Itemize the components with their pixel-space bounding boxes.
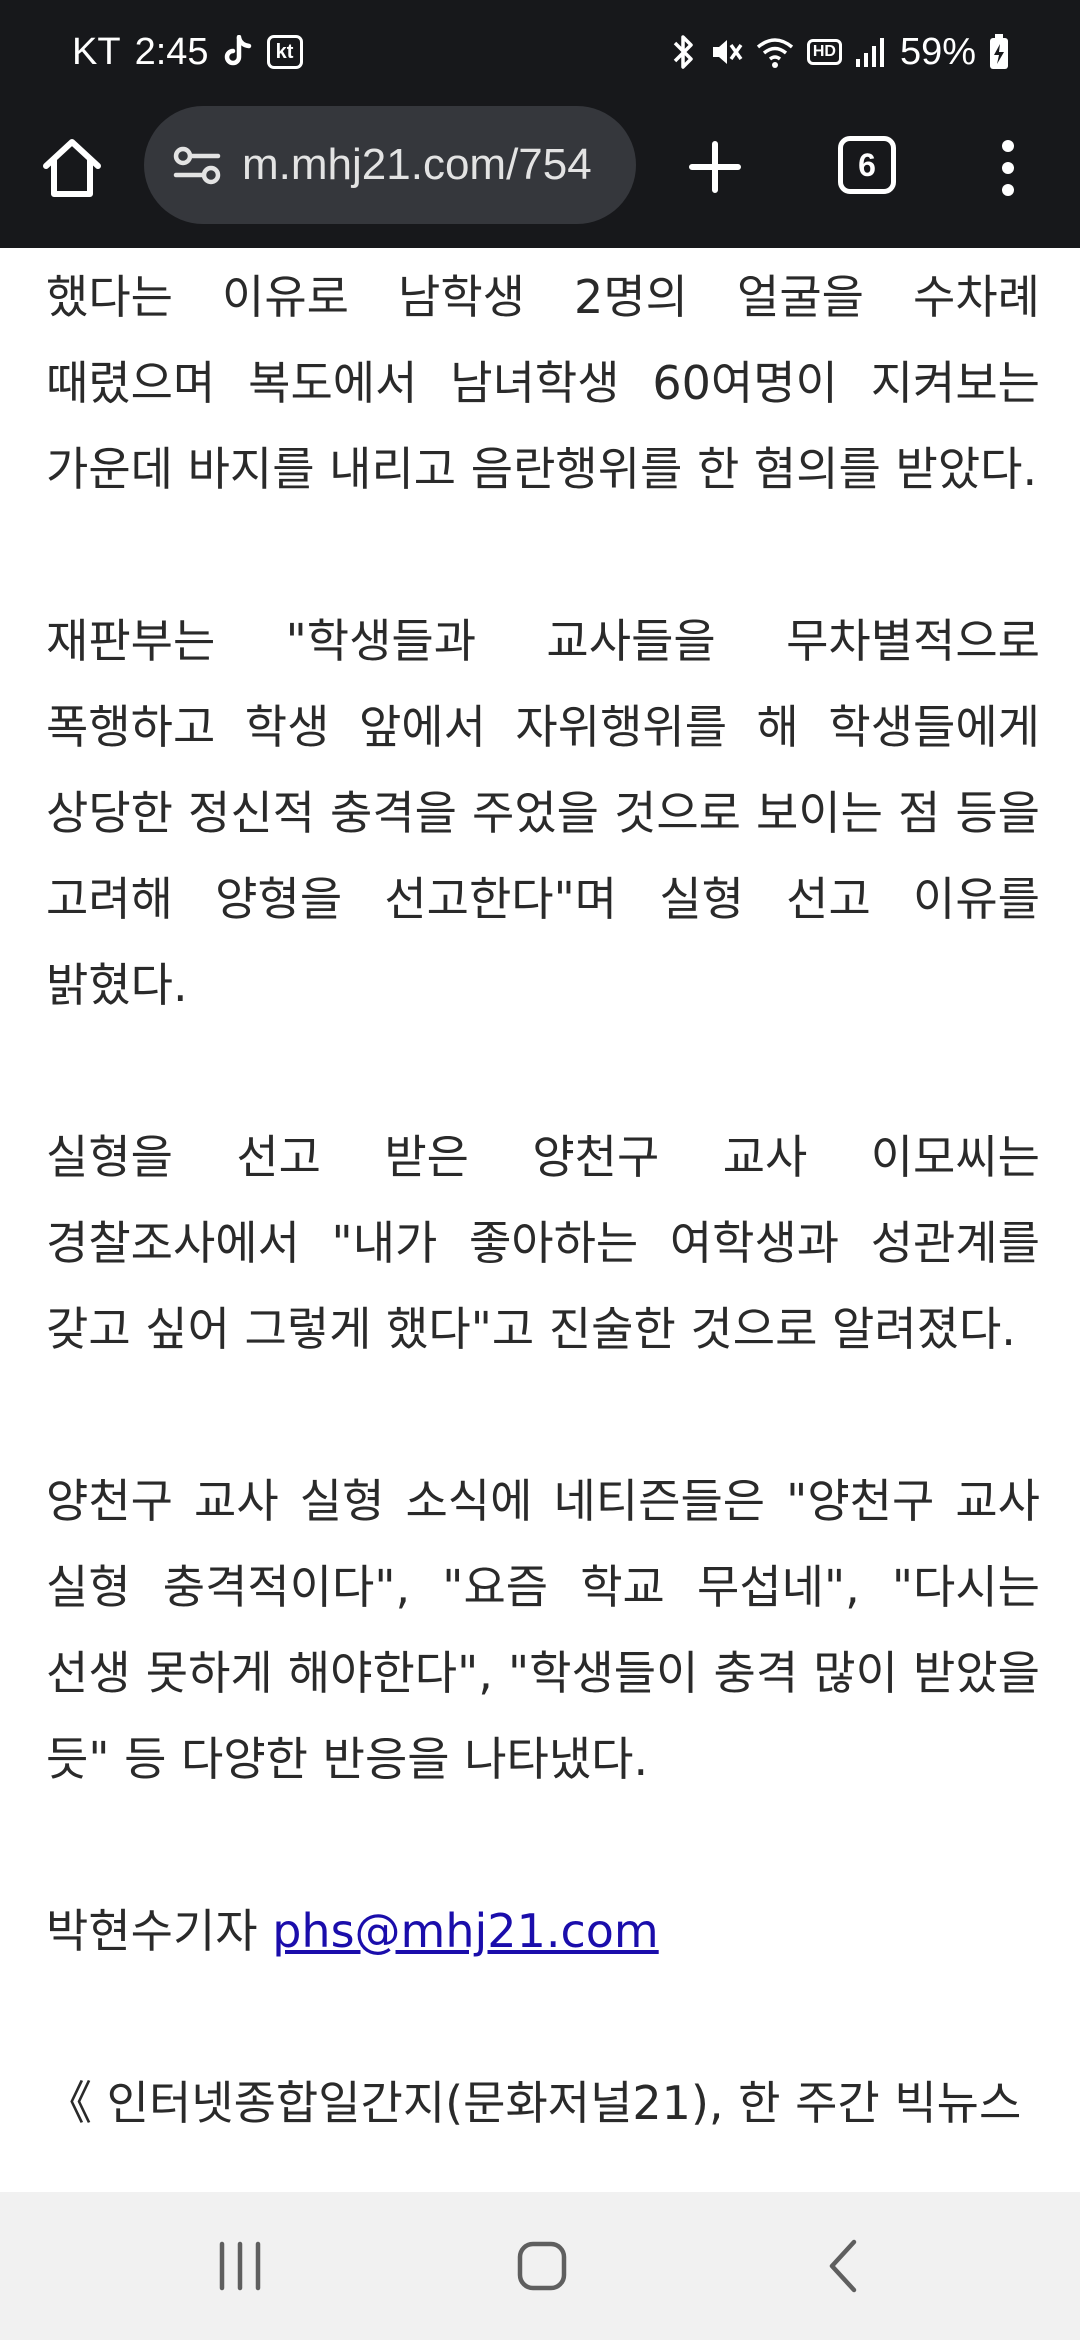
footer-text: 《 인터넷종합일간지(문화저널21), 한 주간 빅뉴스 (46, 2076, 1022, 2130)
tiktok-icon (223, 35, 253, 69)
article-paragraph: 했다는 이유로 남학생 2명의 얼굴을 수차례 때렸으며 복도에서 남녀학생 6… (46, 270, 1040, 496)
recent-apps-icon[interactable] (204, 2230, 276, 2302)
battery-charging-icon (988, 33, 1010, 71)
new-tab-icon[interactable] (680, 132, 750, 202)
status-bar: KT 2:45 kt HD 59% (0, 0, 1080, 96)
signal-icon (854, 35, 888, 69)
url-bar[interactable]: m.mhj21.com/754 (144, 106, 636, 224)
bluetooth-icon (671, 32, 697, 72)
navigation-bar (0, 2192, 1080, 2340)
article-paragraph: 양천구 교사 실형 소식에 네티즌들은 "양천구 교사 실형 충격적이다", "… (46, 1474, 1040, 1786)
article-body: 했다는 이유로 남학생 2명의 얼굴을 수차례 때렸으며 복도에서 남녀학생 6… (46, 248, 1040, 2146)
page-content[interactable]: 했다는 이유로 남학생 2명의 얼굴을 수차례 때렸으며 복도에서 남녀학생 6… (0, 248, 1080, 2192)
kt-app-icon: kt (266, 35, 303, 69)
home-button-icon[interactable] (506, 2230, 578, 2302)
home-icon[interactable] (36, 132, 108, 204)
more-menu-icon[interactable] (996, 132, 1020, 204)
url-text[interactable]: m.mhj21.com/754 (242, 140, 592, 190)
wifi-icon (755, 35, 795, 69)
byline-email-link[interactable]: phs@mhj21.com (272, 1904, 658, 1958)
carrier-label: KT (72, 30, 121, 73)
tab-switcher-icon[interactable]: 6 (838, 136, 896, 194)
mute-icon (709, 35, 743, 69)
article-paragraph: 실형을 선고 받은 양천구 교사 이모씨는 경찰조사에서 "내가 좋아하는 여학… (46, 1130, 1040, 1356)
byline-name: 박현수기자 (46, 1904, 258, 1958)
article-paragraph: 재판부는 "학생들과 교사들을 무차별적으로 폭행하고 학생 앞에서 자위행위를… (46, 614, 1040, 1012)
hd-voice-icon: HD (806, 39, 842, 65)
browser-toolbar: m.mhj21.com/754 6 (0, 96, 1080, 248)
site-settings-icon[interactable] (172, 141, 224, 189)
battery-percent: 59% (899, 30, 976, 73)
clock: 2:45 (134, 30, 209, 73)
status-left: KT 2:45 kt (72, 28, 303, 76)
byline: 박현수기자 phs@mhj21.com (46, 1888, 1040, 1974)
back-icon[interactable] (810, 2230, 882, 2302)
status-right: HD 59% (671, 28, 1010, 76)
